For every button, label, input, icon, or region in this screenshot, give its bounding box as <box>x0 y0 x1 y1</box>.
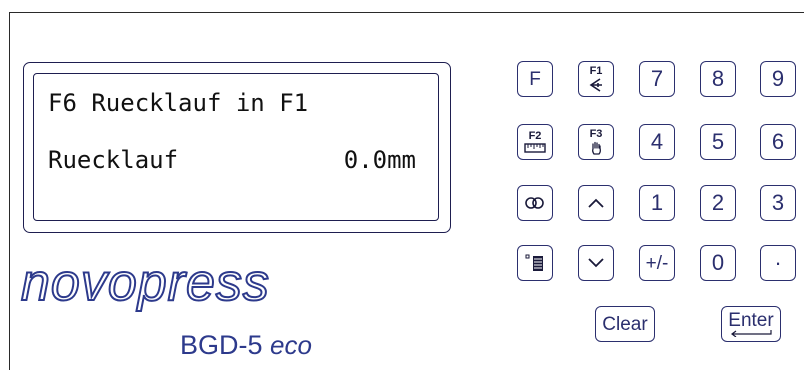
key-3-label: 3 <box>771 190 785 215</box>
f1-label: F1 <box>589 65 603 77</box>
key-9-label: 9 <box>771 66 785 91</box>
lcd-screen: F6 Ruecklauf in F1 Ruecklauf 0.0mm <box>33 73 439 221</box>
display-line-2-label: Ruecklauf <box>48 146 179 174</box>
novopress-logo: novopress <box>20 253 270 313</box>
chevron-up-icon <box>588 198 604 208</box>
loop-icon <box>525 197 544 209</box>
f3-button[interactable]: F3 <box>578 124 614 160</box>
loop-button[interactable] <box>517 185 553 221</box>
key-2-label: 2 <box>711 190 725 215</box>
angle-icon <box>589 78 602 92</box>
key-3[interactable]: 3 <box>760 185 796 221</box>
model-number: BGD-5 <box>180 330 263 360</box>
key-6[interactable]: 6 <box>760 124 796 160</box>
display-line-2-value: 0.0mm <box>343 146 416 174</box>
key-9[interactable]: 9 <box>760 61 796 97</box>
key-0[interactable]: 0 <box>700 245 736 281</box>
key-7-label: 7 <box>650 66 664 91</box>
key-5-label: 5 <box>711 129 725 154</box>
key-0-label: 0 <box>711 250 725 275</box>
key-1[interactable]: 1 <box>639 185 675 221</box>
logo-wordmark: novopress <box>21 256 270 312</box>
f2-label: F2 <box>528 130 542 142</box>
key-8-label: 8 <box>711 66 725 91</box>
dot-label: · <box>774 250 782 275</box>
hand-icon <box>592 141 601 155</box>
model-suffix: eco <box>270 330 312 360</box>
key-6-label: 6 <box>771 129 785 154</box>
brand-logo: novopress <box>19 253 359 318</box>
key-8[interactable]: 8 <box>700 61 736 97</box>
f1-button[interactable]: F1 <box>578 61 614 97</box>
dot-button[interactable]: · <box>760 245 796 281</box>
list-button[interactable] <box>517 245 553 281</box>
list-icon <box>525 254 543 271</box>
f-label: F <box>529 68 541 90</box>
lcd-display: F6 Ruecklauf in F1 Ruecklauf 0.0mm <box>23 62 451 233</box>
key-1-label: 1 <box>650 190 664 215</box>
display-line-1: F6 Ruecklauf in F1 <box>48 89 309 117</box>
chevron-down-icon <box>588 258 604 268</box>
key-7[interactable]: 7 <box>639 61 675 97</box>
plus-minus-label: +/- <box>645 252 669 274</box>
f3-label: F3 <box>589 128 603 140</box>
f2-button[interactable]: F2 <box>517 124 553 160</box>
enter-label: Enter <box>728 310 774 331</box>
f-button[interactable]: F <box>517 61 553 97</box>
plus-minus-button[interactable]: +/- <box>639 245 675 281</box>
key-4-label: 4 <box>650 129 664 154</box>
return-arrow-icon <box>731 330 772 337</box>
down-button[interactable] <box>578 245 614 281</box>
model-name: BGD-5 eco <box>180 330 312 360</box>
key-5[interactable]: 5 <box>700 124 736 160</box>
clear-button[interactable]: Clear <box>595 306 655 342</box>
enter-button[interactable]: Enter <box>721 306 781 342</box>
key-2[interactable]: 2 <box>700 185 736 221</box>
up-button[interactable] <box>578 185 614 221</box>
key-4[interactable]: 4 <box>639 124 675 160</box>
ruler-icon <box>524 143 546 153</box>
clear-label: Clear <box>602 313 648 335</box>
